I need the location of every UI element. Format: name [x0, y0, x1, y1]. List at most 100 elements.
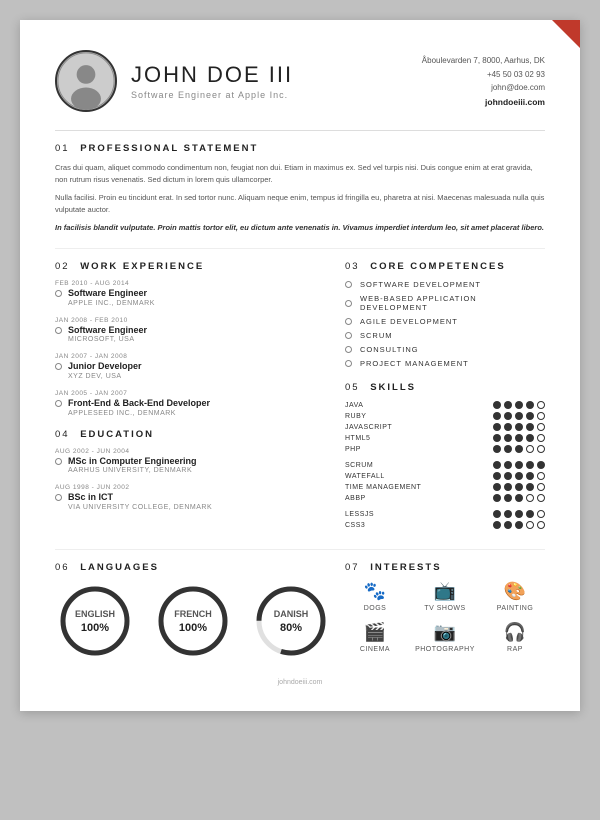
left-column: 02 WORK EXPERIENCE FEB 2010 - AUG 2014 S…	[55, 261, 325, 537]
phone: +45 50 03 02 93	[422, 68, 545, 82]
section-number-03: 03	[345, 261, 360, 272]
skill-dot-filled	[526, 401, 534, 409]
skill-name: HTML5	[345, 435, 425, 442]
skill-dot-filled	[504, 401, 512, 409]
competence-label: AGILE DEVELOPMENT	[360, 317, 458, 326]
core-competences-title: CORE COMPETENCES	[370, 261, 505, 272]
interest-item: 🎧 RAP	[485, 622, 545, 653]
work-experience-title: WORK EXPERIENCE	[80, 261, 204, 272]
skill-dot-filled	[515, 472, 523, 480]
skill-name: JAVASCRIPT	[345, 424, 425, 431]
skills-heading: 05 SKILLS	[345, 382, 545, 393]
interests-heading: 07 INTERESTS	[345, 562, 545, 573]
skill-dot-filled	[526, 483, 534, 491]
skill-dots	[493, 521, 545, 529]
skill-dots	[493, 472, 545, 480]
exp-date: JAN 2005 - JAN 2007	[55, 390, 325, 397]
section-number-06: 06	[55, 562, 70, 573]
competence-item: PROJECT MANAGEMENT	[345, 359, 545, 368]
skill-dots	[493, 423, 545, 431]
header-left: JOHN DOE III Software Engineer at Apple …	[55, 50, 293, 112]
language-name: FRENCH	[174, 609, 212, 619]
footer: johndoeiii.com	[55, 679, 545, 686]
edu-company: AARHUS UNIVERSITY, DENMARK	[68, 467, 197, 474]
work-experience-item: JAN 2005 - JAN 2007 Front-End & Back-End…	[55, 390, 325, 417]
competence-label: WEB-BASED APPLICATION DEVELOPMENT	[360, 294, 545, 312]
work-experience-list: FEB 2010 - AUG 2014 Software Engineer AP…	[55, 280, 325, 417]
skill-row: SCRUM	[345, 461, 545, 469]
edu-content: BSc in ICT VIA UNIVERSITY COLLEGE, DENMA…	[68, 492, 212, 511]
education-list: AUG 2002 - JUN 2004 MSc in Computer Engi…	[55, 448, 325, 511]
skill-name: CSS3	[345, 522, 425, 529]
skill-dot-filled	[493, 401, 501, 409]
bottom-row: 06 LANGUAGES ENGLISH 100% FRENCH 100% DA…	[55, 562, 545, 661]
skill-dots	[493, 445, 545, 453]
section-divider	[55, 248, 545, 249]
exp-date: FEB 2010 - AUG 2014	[55, 280, 325, 287]
section-number-07: 07	[345, 562, 360, 573]
skill-group: LESSJS CSS3	[345, 510, 545, 529]
skill-dot-filled	[504, 494, 512, 502]
skill-dot-filled	[504, 461, 512, 469]
interest-label: DOGS	[364, 605, 387, 612]
skill-dot-filled	[493, 510, 501, 518]
address: Åboulevarden 7, 8000, Aarhus, DK	[422, 54, 545, 68]
skill-dots	[493, 494, 545, 502]
skill-dots	[493, 412, 545, 420]
skill-dot-filled	[493, 445, 501, 453]
bullet-circle	[55, 327, 62, 334]
competence-item: AGILE DEVELOPMENT	[345, 317, 545, 326]
interest-label: PHOTOGRAPHY	[415, 646, 475, 653]
exp-title: Front-End & Back-End Developer	[68, 398, 210, 410]
skill-row: RUBY	[345, 412, 545, 420]
skill-dot-empty	[537, 483, 545, 491]
skill-dot-filled	[526, 510, 534, 518]
exp-title: Junior Developer	[68, 361, 142, 373]
skill-dot-empty	[537, 445, 545, 453]
email: john@doe.com	[422, 81, 545, 95]
interest-item: 🎬 CINEMA	[345, 622, 405, 653]
competence-list: SOFTWARE DEVELOPMENT WEB-BASED APPLICATI…	[345, 280, 545, 368]
skill-dot-filled	[515, 494, 523, 502]
skill-name: SCRUM	[345, 462, 425, 469]
professional-statement-heading: 01 PROFESSIONAL STATEMENT	[55, 143, 545, 154]
skill-dot-filled	[493, 412, 501, 420]
language-item: FRENCH 100%	[153, 581, 233, 661]
skill-group: SCRUM WATEFALL TIME MANAGEMENT ABBP	[345, 461, 545, 502]
interest-icon: 🎬	[364, 622, 386, 643]
languages-heading: 06 LANGUAGES	[55, 562, 325, 573]
skill-dot-empty	[537, 401, 545, 409]
skill-dot-filled	[493, 483, 501, 491]
website: johndoeiii.com	[422, 95, 545, 109]
skill-row: ABBP	[345, 494, 545, 502]
skill-dot-filled	[515, 445, 523, 453]
skill-dot-empty	[537, 510, 545, 518]
interest-icon: 📷	[434, 622, 456, 643]
skill-row: PHP	[345, 445, 545, 453]
section-number-05: 05	[345, 382, 360, 393]
interest-label: TV SHOWS	[424, 605, 465, 612]
edu-company: VIA UNIVERSITY COLLEGE, DENMARK	[68, 504, 212, 511]
skill-dot-filled	[515, 401, 523, 409]
education-heading: 04 EDUCATION	[55, 429, 325, 440]
education-title: EDUCATION	[80, 429, 154, 440]
language-item: ENGLISH 100%	[55, 581, 135, 661]
language-name: DANISH	[274, 609, 309, 619]
bullet-circle	[55, 290, 62, 297]
exp-date: JAN 2007 - JAN 2008	[55, 353, 325, 360]
skill-dot-filled	[515, 510, 523, 518]
interest-label: CINEMA	[360, 646, 390, 653]
skill-dot-filled	[526, 423, 534, 431]
skill-row: WATEFALL	[345, 472, 545, 480]
language-circles: ENGLISH 100% FRENCH 100% DANISH 80%	[55, 581, 325, 661]
job-title: Software Engineer at Apple Inc.	[131, 90, 293, 100]
skill-dot-filled	[504, 483, 512, 491]
education-section: 04 EDUCATION AUG 2002 - JUN 2004 MSc in …	[55, 429, 325, 511]
skill-dot-filled	[493, 494, 501, 502]
skill-name: LESSJS	[345, 511, 425, 518]
header-name-block: JOHN DOE III Software Engineer at Apple …	[131, 62, 293, 100]
skill-dot-filled	[515, 483, 523, 491]
skill-dot-filled	[515, 423, 523, 431]
work-experience-heading: 02 WORK EXPERIENCE	[55, 261, 325, 272]
competence-circle	[345, 332, 352, 339]
